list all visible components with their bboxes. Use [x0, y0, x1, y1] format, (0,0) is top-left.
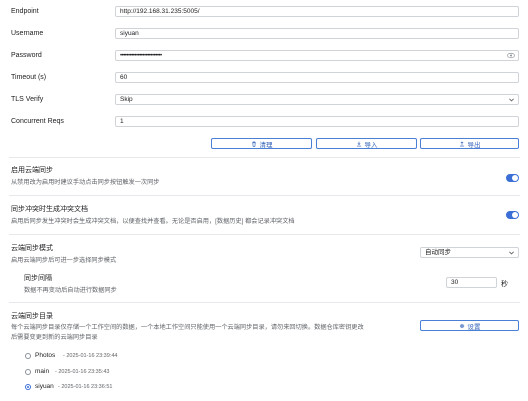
timeout-input[interactable]: 60 — [115, 72, 519, 83]
divider — [9, 234, 520, 235]
sync-dir-title: 云端同步目录 — [11, 313, 53, 320]
clear-button[interactable]: 清理 — [211, 138, 312, 149]
cloud-sync-title: 启用云端同步 — [11, 167, 53, 174]
sync-interval-unit: 秒 — [501, 281, 508, 288]
sync-mode-value: 自动同步 — [425, 249, 451, 256]
tls-verify-label: TLS Verify — [11, 96, 44, 103]
sync-dir-desc-line1: 每个云端同步目录仅存储一个工作空间的数据，一个本地工作空间只能使用一个云端同步目… — [11, 324, 364, 331]
concurrent-reqs-label: Concurrent Reqs — [11, 118, 64, 125]
sync-interval-title: 同步间隔 — [24, 275, 52, 282]
sync-dir-desc-line2: 后需要变更到新的云端同步目录 — [11, 334, 98, 341]
import-button[interactable]: 导入 — [316, 138, 417, 149]
conflict-doc-title: 同步冲突时生成冲突文档 — [11, 206, 88, 213]
sync-mode-desc: 启用云端同步后可进一步选择同步模式 — [11, 257, 117, 264]
export-button[interactable]: 导出 — [420, 138, 519, 149]
import-button-label: 导入 — [364, 141, 378, 149]
sync-dir-time-value: 2025-01-16 23:39:44 — [66, 353, 118, 359]
tls-verify-value: Skip — [120, 96, 133, 103]
password-input[interactable]: •••••••••••••••••••••••••• — [115, 50, 519, 61]
sync-dir-time: - 2025-01-16 23:39:44 — [63, 353, 118, 359]
password-value: •••••••••••••••••••••••••• — [120, 53, 162, 59]
concurrent-reqs-input[interactable]: 1 — [115, 116, 519, 127]
sync-dir-settings-label: 设置 — [467, 323, 481, 331]
export-icon — [459, 140, 464, 146]
cloud-sync-desc: 从禁用改为启用时建议手动点击同步按钮触发一次同步 — [11, 179, 160, 186]
username-input[interactable]: siyuan — [115, 28, 519, 39]
divider — [9, 302, 520, 303]
divider — [9, 195, 520, 196]
export-button-label: 导出 — [467, 141, 481, 149]
sync-dir-name: siyuan — [35, 383, 54, 390]
conflict-doc-toggle[interactable] — [506, 211, 519, 219]
import-icon — [356, 141, 361, 146]
cloud-sync-toggle[interactable] — [506, 174, 519, 182]
endpoint-input[interactable]: http://192.168.31.235:5005/ — [115, 6, 519, 17]
sync-mode-select[interactable]: 自动同步 — [420, 247, 519, 258]
eye-icon[interactable] — [507, 52, 515, 59]
sync-interval-desc: 数据不再变动后自动进行数据同步 — [24, 287, 117, 294]
gear-icon — [459, 323, 464, 328]
sync-dir-settings-button[interactable]: 设置 — [420, 320, 519, 331]
sync-dir-radio-siyuan[interactable] — [25, 384, 31, 390]
sync-dir-time-value: 2025-01-16 23:36:51 — [61, 384, 113, 390]
sync-dir-name: main — [35, 368, 50, 375]
sync-dir-radio-main[interactable] — [25, 369, 31, 375]
clear-button-label: 清理 — [259, 141, 273, 149]
sync-dir-name: Photos — [35, 352, 56, 359]
sync-interval-input[interactable]: 30 — [446, 277, 497, 288]
sync-mode-title: 云端同步模式 — [11, 245, 53, 252]
chevron-down-icon — [509, 251, 514, 255]
chevron-down-icon — [509, 98, 514, 102]
conflict-doc-desc: 启用后同步发生冲突时会生成冲突文档，以便查找并查看。无论是否启用，[数据历史] … — [11, 218, 295, 225]
endpoint-label: Endpoint — [11, 8, 39, 15]
divider — [9, 157, 520, 158]
trash-icon — [251, 141, 256, 147]
sync-dir-time-value: 2025-01-16 23:35:43 — [58, 369, 110, 375]
password-label: Password — [11, 52, 42, 59]
sync-dir-time: - 2025-01-16 23:36:51 — [58, 384, 113, 390]
timeout-label: Timeout (s) — [11, 74, 47, 81]
sync-dir-radio-photos[interactable] — [25, 353, 31, 359]
sync-dir-time: - 2025-01-16 23:35:43 — [55, 369, 110, 375]
username-label: Username — [11, 30, 44, 37]
tls-verify-select[interactable]: Skip — [115, 94, 519, 105]
